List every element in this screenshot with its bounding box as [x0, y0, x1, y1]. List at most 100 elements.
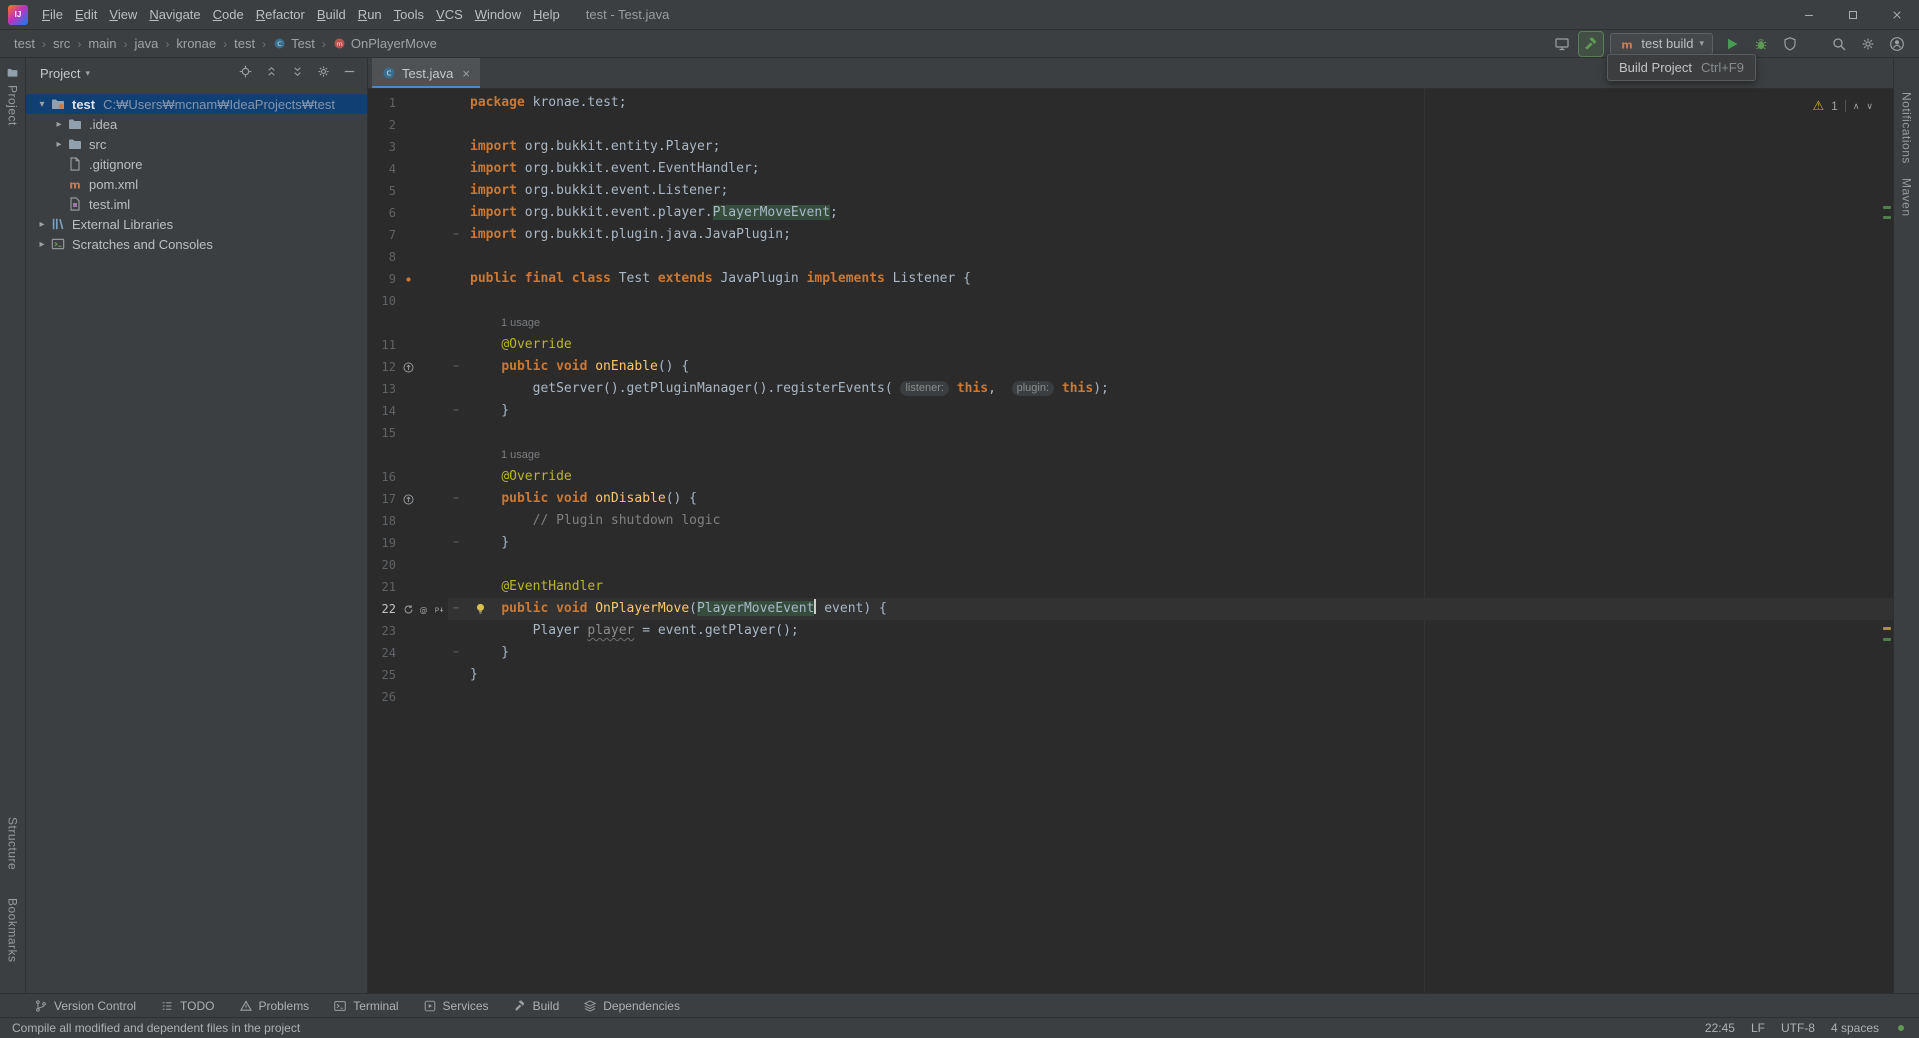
settings-button[interactable]: [316, 64, 331, 82]
menu-window[interactable]: Window: [469, 3, 527, 26]
line-number[interactable]: 17: [368, 488, 396, 510]
minimize-button[interactable]: [1787, 0, 1831, 29]
line-number[interactable]: 14: [368, 400, 396, 422]
close-tab-icon[interactable]: ×: [462, 66, 470, 81]
code-text[interactable]: }: [464, 664, 1893, 686]
menu-run[interactable]: Run: [352, 3, 388, 26]
code-text[interactable]: 1 usage: [464, 444, 1893, 466]
code-text[interactable]: [464, 290, 1893, 312]
toolwindow-build-button[interactable]: Build: [513, 999, 559, 1013]
line-number[interactable]: 22: [368, 598, 396, 620]
code-text[interactable]: package kronae.test;: [464, 92, 1893, 114]
menu-navigate[interactable]: Navigate: [143, 3, 206, 26]
close-button[interactable]: [1875, 0, 1919, 29]
line-number[interactable]: 10: [368, 290, 396, 312]
line-number[interactable]: [368, 312, 396, 334]
fold-marker[interactable]: −: [448, 598, 464, 620]
line-number[interactable]: 24: [368, 642, 396, 664]
error-stripe-mark[interactable]: [1883, 627, 1891, 630]
code-text[interactable]: import org.bukkit.event.player.PlayerMov…: [464, 202, 1893, 224]
build-hammer-button[interactable]: [1578, 30, 1605, 57]
toolwindow-services-button[interactable]: Services: [423, 999, 489, 1013]
breadcrumb-item-main[interactable]: main: [88, 36, 116, 51]
menu-refactor[interactable]: Refactor: [250, 3, 311, 26]
line-separator[interactable]: LF: [1751, 1021, 1765, 1035]
tree-item-idea[interactable]: ▸ .idea: [26, 114, 367, 134]
stripe-notifications-button[interactable]: Notifications: [1900, 92, 1914, 164]
override-icon[interactable]: [402, 361, 415, 374]
code-text[interactable]: [464, 422, 1893, 444]
line-number[interactable]: 20: [368, 554, 396, 576]
menu-build[interactable]: Build: [311, 3, 352, 26]
line-number[interactable]: 9: [368, 268, 396, 290]
usages-hint[interactable]: 1 usage: [501, 449, 540, 461]
code-text[interactable]: @EventHandler: [464, 576, 1893, 598]
line-number[interactable]: 2: [368, 114, 396, 136]
breadcrumb-item-java[interactable]: java: [135, 36, 159, 51]
prev-highlight-button[interactable]: ∧: [1853, 95, 1860, 117]
tree-item-gitignore[interactable]: .gitignore: [26, 154, 367, 174]
error-stripe-mark[interactable]: [1883, 638, 1891, 641]
code-text[interactable]: // Plugin shutdown logic: [464, 510, 1893, 532]
fold-marker[interactable]: −: [448, 356, 464, 378]
collapse-all-button[interactable]: [290, 64, 305, 82]
line-number[interactable]: 16: [368, 466, 396, 488]
code-text[interactable]: @Override: [464, 334, 1893, 356]
tree-item-pom-xml[interactable]: m pom.xml: [26, 174, 367, 194]
line-number[interactable]: 18: [368, 510, 396, 532]
line-number[interactable]: [368, 444, 396, 466]
notification-dot-icon[interactable]: [1895, 1022, 1907, 1034]
at-icon[interactable]: @: [417, 603, 430, 616]
bulb-icon[interactable]: [473, 601, 488, 616]
code-text[interactable]: }: [464, 642, 1893, 664]
fold-marker[interactable]: −: [448, 224, 464, 246]
line-number[interactable]: 23: [368, 620, 396, 642]
menu-tools[interactable]: Tools: [388, 3, 430, 26]
code-text[interactable]: }: [464, 532, 1893, 554]
tree-item-scratches-and-consoles[interactable]: ▸ Scratches and Consoles: [26, 234, 367, 254]
line-number[interactable]: 5: [368, 180, 396, 202]
line-number[interactable]: 7: [368, 224, 396, 246]
chevron-right-icon[interactable]: ▸: [51, 139, 67, 150]
line-number[interactable]: 15: [368, 422, 396, 444]
code-text[interactable]: Player player = event.getPlayer();: [464, 620, 1893, 642]
breadcrumb-item-test[interactable]: test: [14, 36, 35, 51]
code-text[interactable]: 1 usage: [464, 312, 1893, 334]
line-number[interactable]: 3: [368, 136, 396, 158]
line-number[interactable]: 6: [368, 202, 396, 224]
line-number[interactable]: 1: [368, 92, 396, 114]
code-editor[interactable]: ⚠ 1 ∧ ∨ 1 package kronae.test; 2 3 import or…: [368, 89, 1893, 993]
code-text[interactable]: [464, 554, 1893, 576]
stripe-structure-button[interactable]: Structure: [6, 817, 20, 870]
code-text[interactable]: import org.bukkit.event.EventHandler;: [464, 158, 1893, 180]
toolwindow-version-control-button[interactable]: Version Control: [34, 999, 136, 1013]
menu-view[interactable]: View: [103, 3, 143, 26]
usages-hint[interactable]: 1 usage: [501, 317, 540, 329]
stripe-project-button[interactable]: Project: [6, 85, 20, 126]
debug-button[interactable]: [1749, 32, 1773, 56]
menu-vcs[interactable]: VCS: [430, 3, 469, 26]
coverage-button[interactable]: [1778, 32, 1802, 56]
code-text[interactable]: public void onEnable() {: [464, 356, 1893, 378]
tree-item-test[interactable]: ▾ test C:₩Users₩mcnam₩IdeaProjects₩test: [26, 94, 367, 114]
toolwindow-problems-button[interactable]: Problems: [239, 999, 309, 1013]
dot-icon[interactable]: [402, 273, 415, 286]
tree-item-src[interactable]: ▸ src: [26, 134, 367, 154]
sub-icon[interactable]: P: [432, 603, 445, 616]
breadcrumb-item-test[interactable]: C Test: [273, 36, 315, 51]
hide-button[interactable]: [342, 64, 357, 82]
run-config-select[interactable]: m test build ▾: [1610, 32, 1713, 55]
project-view-select[interactable]: Project ▾: [40, 66, 90, 81]
encoding[interactable]: UTF-8: [1781, 1021, 1815, 1035]
locate-button[interactable]: [238, 64, 253, 82]
error-stripe-mark[interactable]: [1883, 206, 1891, 209]
error-stripe-mark[interactable]: [1883, 216, 1891, 219]
search-button[interactable]: [1827, 32, 1851, 56]
code-text[interactable]: import org.bukkit.event.Listener;: [464, 180, 1893, 202]
fold-marker[interactable]: −: [448, 642, 464, 664]
breadcrumb-item-kronae[interactable]: kronae: [176, 36, 216, 51]
breadcrumb-item-test[interactable]: test: [234, 36, 255, 51]
code-text[interactable]: @Override: [464, 466, 1893, 488]
chevron-down-icon[interactable]: ▾: [34, 99, 50, 110]
caret-position[interactable]: 22:45: [1705, 1021, 1735, 1035]
